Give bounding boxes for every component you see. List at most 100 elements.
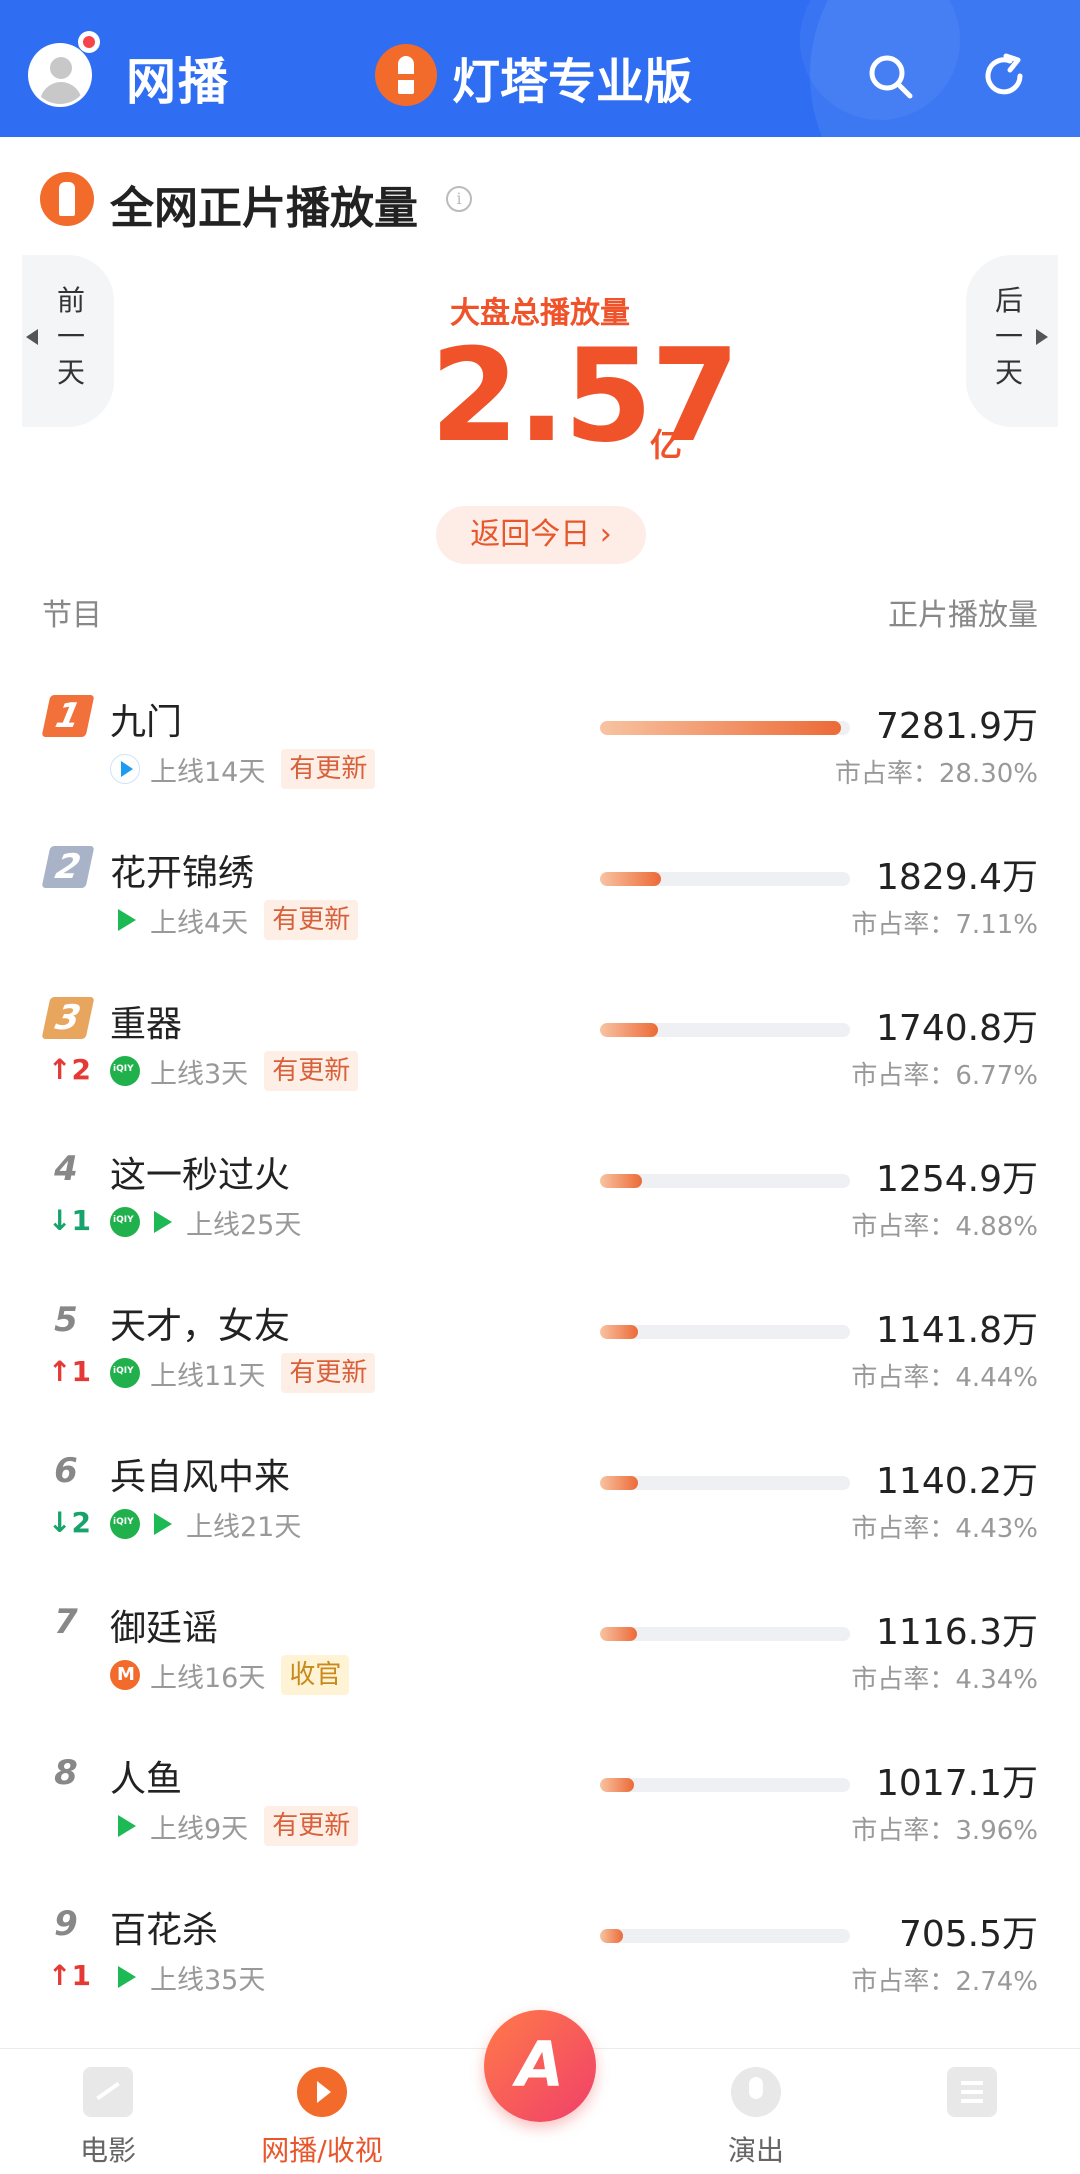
share-bar-fill — [600, 1174, 642, 1188]
tencent-platform-icon — [110, 1811, 140, 1841]
program-title[interactable]: 九门 — [110, 693, 182, 745]
program-meta: 上线16天收官 — [110, 1655, 350, 1695]
market-share: 市占率：4.43% — [851, 1514, 1038, 1544]
share-bar-fill — [600, 1627, 637, 1641]
brand-title[interactable]: 灯塔专业版 — [452, 42, 692, 112]
play-count: 1254.9万 — [876, 1159, 1038, 1200]
market-share: 市占率：4.88% — [851, 1212, 1038, 1242]
table-row[interactable]: 1 九门 上线14天 有更新 7281.9万市占率：28.30% — [0, 683, 1080, 834]
online-days: 上线4天 — [150, 907, 249, 939]
share-bar — [600, 872, 850, 886]
lighthouse-section-icon — [40, 172, 94, 226]
program-meta: 上线35天 — [110, 1957, 265, 1997]
search-icon[interactable] — [866, 52, 914, 100]
online-days: 上线3天 — [150, 1058, 249, 1090]
program-title[interactable]: 百花杀 — [110, 1901, 218, 1953]
iqiyi-platform-icon — [110, 1509, 140, 1539]
notification-dot-icon — [78, 31, 100, 53]
arrow-down-icon: ↓ — [48, 1204, 72, 1237]
program-title[interactable]: 这一秒过火 — [110, 1146, 290, 1198]
nav-item-docs[interactable] — [872, 2067, 1072, 2129]
share-bar-fill — [600, 1325, 638, 1339]
table-row[interactable]: 2 花开锦绣 上线4天 有更新 1829.4万 市占率：7.11% — [0, 834, 1080, 985]
market-share: 市占率：28.30% — [834, 759, 1038, 789]
mango-platform-icon — [110, 1660, 140, 1690]
nav-item-show[interactable]: 演出 — [656, 2067, 856, 2169]
share-bar — [600, 721, 850, 735]
program-title[interactable]: 花开锦绣 — [110, 844, 254, 896]
online-days: 上线21天 — [186, 1511, 302, 1543]
tencent-platform-icon — [146, 1207, 176, 1237]
column-header-plays: 正片播放量 — [888, 598, 1038, 633]
arrow-up-icon: ↑ — [48, 1959, 72, 1992]
refresh-icon[interactable] — [980, 52, 1028, 100]
program-title[interactable]: 兵自风中来 — [110, 1448, 290, 1500]
program-title[interactable]: 御廷谣 — [110, 1599, 218, 1651]
share-bar-fill — [600, 1929, 623, 1943]
rank-badge: 9 — [54, 1904, 78, 1944]
iqiyi-platform-icon — [110, 1207, 140, 1237]
rank-badge: 6 — [54, 1451, 78, 1491]
next-day-button[interactable]: 后 一 天 — [966, 255, 1058, 427]
program-meta: 上线9天 有更新 — [110, 1806, 359, 1846]
center-action-button[interactable]: A — [484, 2010, 596, 2122]
market-share: 市占率：3.96% — [851, 1816, 1038, 1846]
program-meta: 上线21天 — [110, 1504, 301, 1544]
table-row[interactable]: 8 人鱼 上线9天 有更新 1017.1万 市占率：3.96% — [0, 1740, 1080, 1891]
iqiyi-platform-icon — [110, 1056, 140, 1086]
lighthouse-logo-icon — [375, 44, 437, 106]
share-bar — [600, 1476, 850, 1490]
nav-item-webplay[interactable]: 网播/收视 — [222, 2067, 422, 2169]
online-days: 上线35天 — [150, 1964, 266, 1996]
arrow-down-icon: ↓ — [48, 1506, 72, 1539]
table-row[interactable]: 3 ↑2 重器上线3天有更新 1740.8万市占率：6.77% — [0, 985, 1080, 1136]
doc-icon — [947, 2067, 997, 2117]
market-share: 市占率：2.74% — [851, 1967, 1038, 1997]
youku-platform-icon — [110, 754, 140, 784]
prev-day-button[interactable]: 前 一 天 — [22, 255, 114, 427]
program-meta: 上线4天 有更新 — [110, 900, 359, 940]
rank-badge: 4 — [54, 1149, 78, 1189]
program-title[interactable]: 人鱼 — [110, 1750, 182, 1802]
return-today-button[interactable]: 返回今日 › — [436, 506, 646, 564]
rank-badge: 2 — [41, 846, 95, 888]
play-count: 1140.2万 — [876, 1461, 1038, 1502]
share-bar-fill — [600, 721, 841, 735]
market-share: 市占率：4.34% — [851, 1665, 1038, 1695]
program-title[interactable]: 重器 — [110, 995, 182, 1047]
table-row[interactable]: 6 ↓2 兵自风中来上线21天 1140.2万市占率：4.43% — [0, 1438, 1080, 1589]
program-title[interactable]: 天才，女友 — [110, 1297, 290, 1349]
header-title: 网播 — [126, 53, 230, 111]
status-badge: 有更新 — [264, 1806, 359, 1846]
play-count: 1829.4万 — [876, 857, 1038, 898]
movie-icon — [83, 2067, 133, 2117]
online-days: 上线25天 — [186, 1209, 302, 1241]
play-count: 7281.9万 — [876, 706, 1038, 747]
table-row[interactable]: 7 御廷谣上线16天收官 1116.3万市占率：4.34% — [0, 1589, 1080, 1740]
app-header: 网播 灯塔专业版 — [0, 0, 1080, 137]
status-badge: 有更新 — [281, 749, 376, 789]
arrow-up-icon: ↑ — [48, 1053, 72, 1086]
table-row[interactable]: 4 ↓1 这一秒过火上线25天 1254.9万市占率：4.88% — [0, 1136, 1080, 1287]
online-days: 上线9天 — [150, 1813, 249, 1845]
info-icon[interactable]: i — [446, 186, 472, 212]
share-bar — [600, 1778, 850, 1792]
play-count: 1141.8万 — [876, 1310, 1038, 1351]
mic-icon — [731, 2067, 781, 2117]
share-bar-fill — [600, 1778, 634, 1792]
play-count: 1116.3万 — [876, 1612, 1038, 1653]
play-count: 1017.1万 — [876, 1763, 1038, 1804]
tencent-platform-icon — [110, 1962, 140, 1992]
arrow-up-icon: ↑ — [48, 1355, 72, 1388]
program-meta: 上线14天 有更新 — [110, 749, 376, 789]
nav-item-movie[interactable]: 电影 — [8, 2067, 208, 2169]
program-meta: 上线25天 — [110, 1202, 301, 1242]
rank-change: ↑1 — [48, 1355, 91, 1388]
play-icon — [297, 2067, 347, 2117]
table-row[interactable]: 5 ↑1 天才，女友上线11天有更新 1141.8万市占率：4.44% — [0, 1287, 1080, 1438]
status-badge: 收官 — [281, 1655, 350, 1695]
avatar-body-icon — [40, 82, 82, 104]
rank-badge: 8 — [54, 1753, 78, 1793]
avatar[interactable] — [28, 43, 92, 107]
rank-badge: 1 — [41, 695, 95, 737]
